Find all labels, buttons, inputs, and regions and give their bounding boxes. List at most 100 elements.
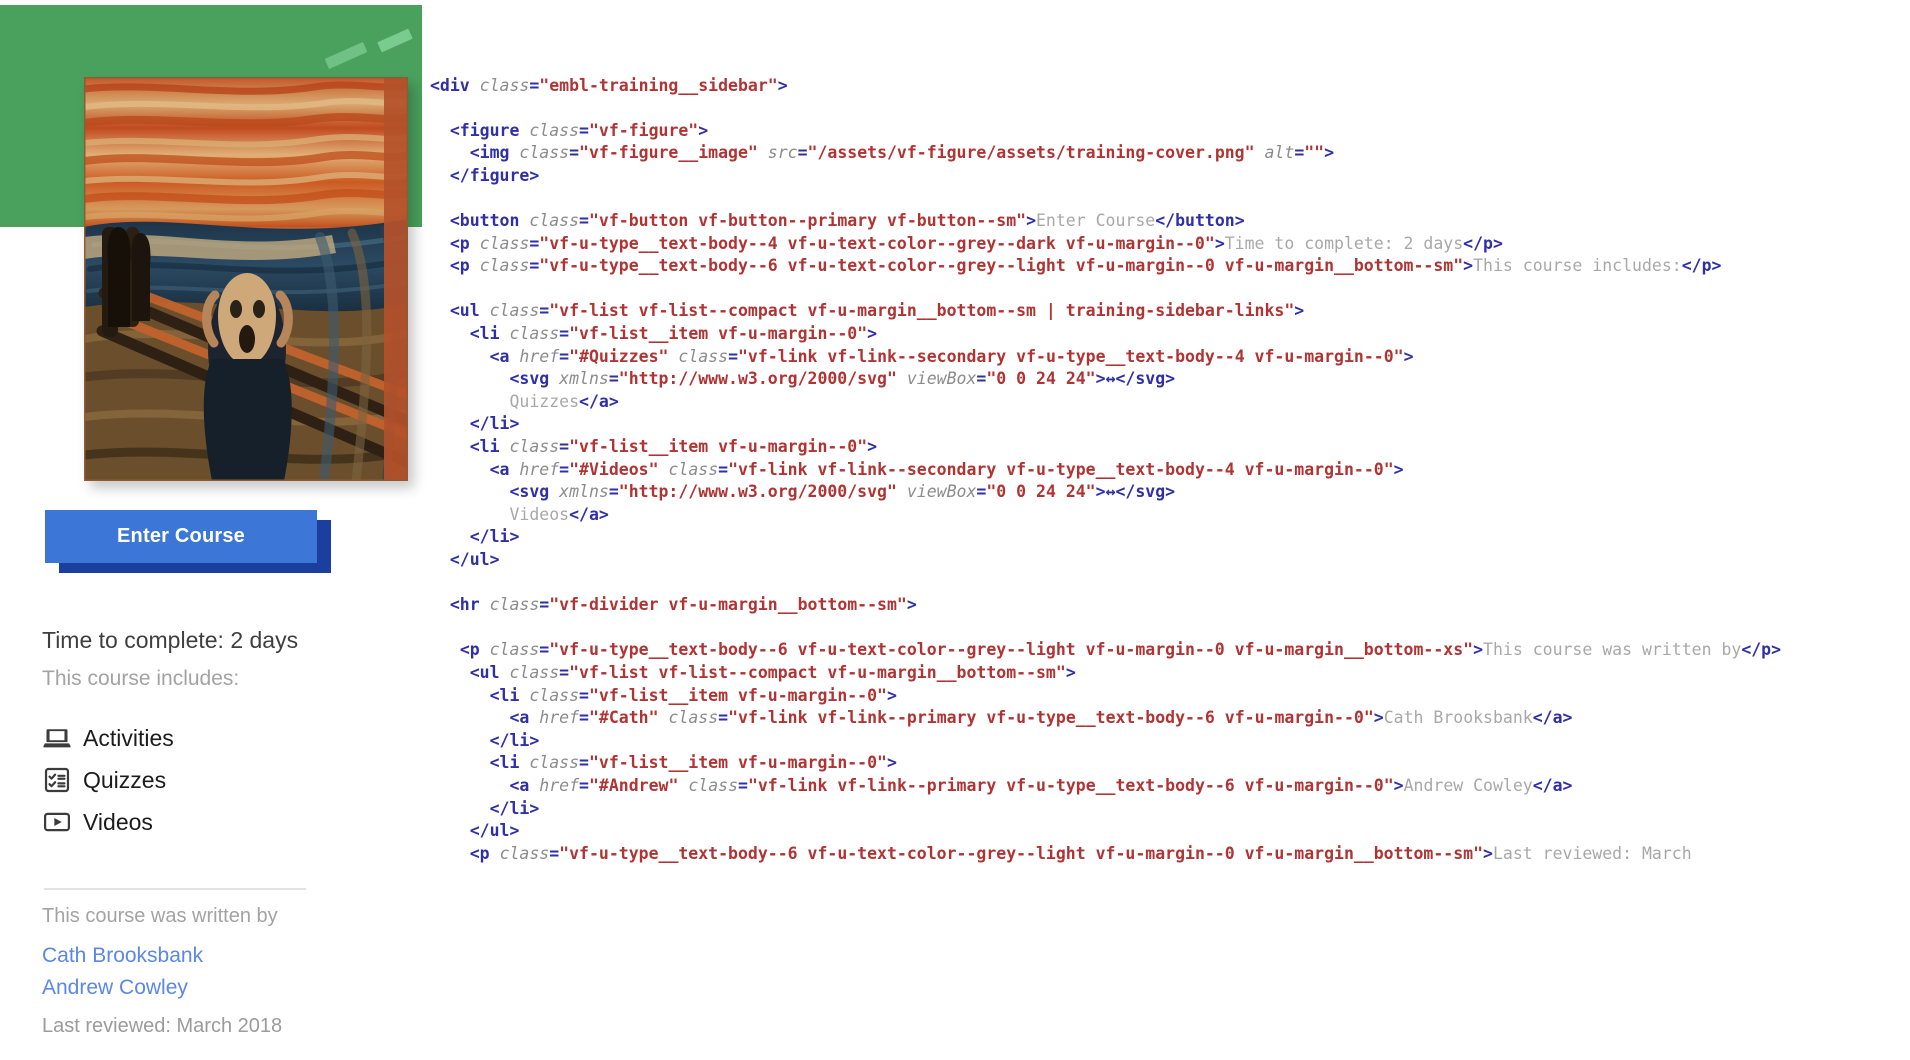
code-token-tag: = bbox=[608, 482, 619, 502]
code-token-val: "/assets/vf-figure/assets/training-cover… bbox=[807, 143, 1255, 163]
code-token-attr: viewBox bbox=[906, 482, 977, 502]
code-token-val: "0 0 24 24" bbox=[986, 482, 1096, 502]
code-token-tag: <p bbox=[430, 640, 490, 660]
code-token-tag: <ul bbox=[430, 662, 510, 682]
code-token-tag: > bbox=[1373, 708, 1384, 728]
code-token-attr: href bbox=[519, 459, 560, 479]
code-token-tag: </ul> bbox=[430, 549, 500, 569]
code-line: <a href="#Andrew" class="vf-link vf-link… bbox=[430, 775, 1910, 798]
the-scream-cover-image bbox=[84, 77, 408, 481]
code-token-tag: = bbox=[579, 753, 589, 773]
code-token-val: "vf-list__item vf-u-margin--0" bbox=[588, 685, 887, 705]
code-line: <ul class="vf-list vf-list--compact vf-u… bbox=[430, 300, 1910, 323]
code-token-tag: = bbox=[569, 143, 580, 163]
code-token-val: "http://www.w3.org/2000/svg" bbox=[618, 482, 897, 502]
code-token-txt: Videos bbox=[430, 504, 570, 524]
code-token-tag: <a bbox=[430, 459, 520, 479]
code-token-tag: = bbox=[539, 301, 550, 321]
code-token-punc: ↔ bbox=[1105, 482, 1116, 502]
code-token-attr: class bbox=[529, 211, 580, 231]
code-token-tag: </figure> bbox=[430, 165, 540, 185]
code-token-tag bbox=[668, 347, 678, 366]
code-token-tag: = bbox=[579, 708, 589, 728]
list-item-activities[interactable]: Activities bbox=[42, 717, 332, 759]
code-line: <p class="vf-u-type__text-body--6 vf-u-t… bbox=[430, 255, 1910, 278]
code-token-attr: class bbox=[678, 346, 729, 366]
includes-label: Quizzes bbox=[83, 766, 167, 793]
list-item-quizzes[interactable]: Quizzes bbox=[42, 759, 332, 801]
code-token-tag: = bbox=[976, 369, 987, 389]
code-token-tag: = bbox=[608, 369, 619, 389]
code-token-attr: class bbox=[529, 120, 580, 140]
code-token-attr: xmlns bbox=[559, 482, 609, 502]
code-token-attr: class bbox=[489, 301, 540, 321]
code-token-txt: This course was written by bbox=[1483, 640, 1742, 660]
includes-label: Activities bbox=[83, 724, 174, 751]
code-token-tag bbox=[678, 776, 688, 795]
code-token-attr: class bbox=[509, 437, 560, 456]
code-token-attr: class bbox=[509, 662, 560, 682]
enter-course-button[interactable]: Enter Course bbox=[45, 510, 317, 563]
code-token-attr: href bbox=[519, 346, 560, 366]
code-token-tag: <a bbox=[430, 775, 540, 795]
code-token-tag: > bbox=[1324, 143, 1335, 163]
code-token-tag: > bbox=[1463, 256, 1474, 276]
code-token-tag: <a bbox=[430, 346, 520, 366]
code-token-tag bbox=[758, 143, 768, 162]
author-link-andrew[interactable]: Andrew Cowley bbox=[42, 972, 203, 1004]
code-token-tag: <p bbox=[430, 843, 500, 863]
code-token-tag bbox=[897, 369, 907, 388]
code-token-val: "vf-u-type__text-body--6 vf-u-text-color… bbox=[539, 256, 1464, 276]
code-token-txt: Enter Course bbox=[1036, 211, 1156, 231]
code-token-attr: class bbox=[688, 775, 738, 795]
code-token-txt: Quizzes bbox=[430, 391, 580, 411]
code-token-tag: = bbox=[976, 482, 987, 502]
code-token-tag: <button bbox=[430, 211, 530, 231]
code-token-txt: Last reviewed: March bbox=[1492, 843, 1692, 863]
code-token-tag: <img bbox=[430, 143, 520, 163]
code-token-tag: <p bbox=[430, 233, 480, 253]
code-token-val: "vf-button vf-button--primary vf-button-… bbox=[588, 211, 1027, 231]
course-includes-label: This course includes: bbox=[42, 667, 240, 690]
code-token-tag: = bbox=[728, 346, 738, 366]
code-token-tag: </li> bbox=[430, 527, 520, 547]
code-line: </li> bbox=[430, 730, 1910, 753]
list-item-videos[interactable]: Videos bbox=[42, 801, 332, 843]
code-token-tag: = bbox=[579, 685, 589, 705]
code-token-tag: > bbox=[1483, 843, 1493, 863]
code-token-val: "#Andrew" bbox=[588, 775, 679, 795]
code-token-val: "" bbox=[1304, 143, 1325, 163]
code-token-val: "vf-u-type__text-body--4 vf-u-text-color… bbox=[539, 233, 1215, 253]
code-token-tag: <li bbox=[430, 685, 530, 705]
code-token-val: "http://www.w3.org/2000/svg" bbox=[618, 369, 897, 389]
green-dash-accent-2 bbox=[377, 28, 413, 53]
code-token-attr: class bbox=[519, 143, 570, 163]
course-sidebar-preview: Enter Course Time to complete: 2 days Th… bbox=[0, 0, 430, 1060]
code-token-attr: class bbox=[499, 843, 550, 863]
code-token-tag: = bbox=[738, 775, 748, 795]
html-source-code[interactable]: <div class="embl-training__sidebar"> <fi… bbox=[430, 75, 1910, 866]
written-by-label: This course was written by bbox=[42, 905, 278, 927]
code-token-txt: Andrew Cowley bbox=[1403, 775, 1533, 795]
code-token-tag: </p> bbox=[1741, 640, 1782, 660]
code-line: <div class="embl-training__sidebar"> bbox=[430, 75, 1910, 98]
code-token-attr: class bbox=[509, 324, 560, 344]
code-line: <a href="#Videos" class="vf-link vf-link… bbox=[430, 459, 1910, 482]
code-line: Quizzes</a> bbox=[430, 391, 1910, 414]
code-line: </li> bbox=[430, 798, 1910, 821]
code-line: </figure> bbox=[430, 165, 1910, 188]
code-token-val: "vf-list vf-list--compact vf-u-margin__b… bbox=[569, 662, 1066, 682]
code-token-tag: > bbox=[1065, 662, 1076, 682]
code-token-tag: = bbox=[549, 843, 560, 863]
code-token-tag: = bbox=[529, 233, 540, 253]
code-token-tag: = bbox=[579, 211, 589, 231]
code-line: <p class="vf-u-type__text-body--6 vf-u-t… bbox=[430, 639, 1910, 662]
code-token-tag: </li> bbox=[430, 730, 540, 750]
code-line: <a href="#Quizzes" class="vf-link vf-lin… bbox=[430, 346, 1910, 369]
code-token-tag: </svg> bbox=[1115, 482, 1176, 502]
author-link-cath[interactable]: Cath Brooksbank bbox=[42, 940, 203, 972]
code-line: <hr class="vf-divider vf-u-margin__botto… bbox=[430, 594, 1910, 617]
